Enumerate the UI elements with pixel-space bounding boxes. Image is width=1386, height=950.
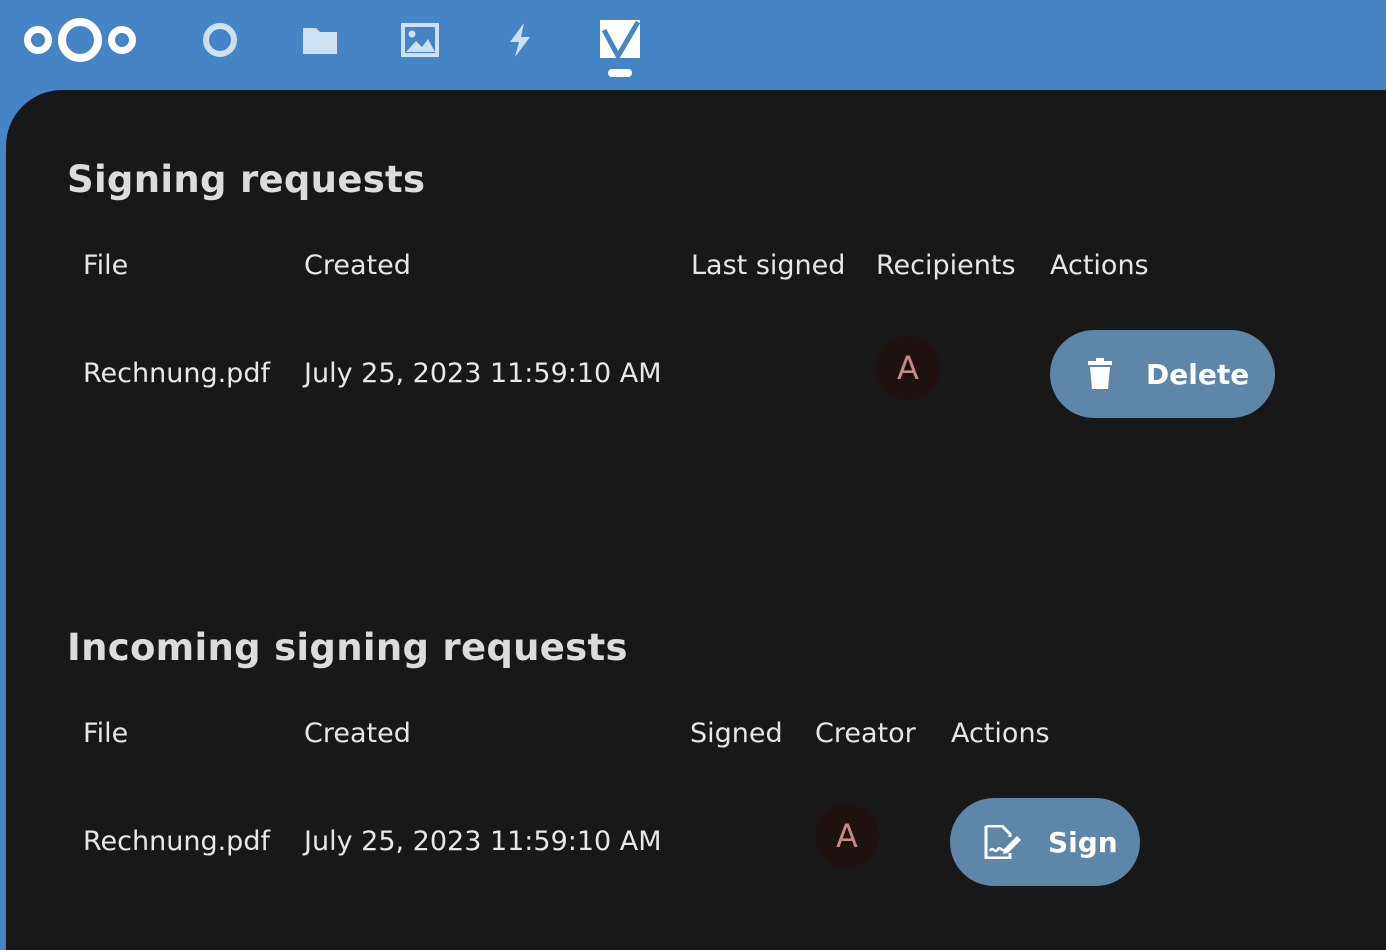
sign-button-label: Sign [1048,825,1118,859]
recipient-avatar[interactable]: A [876,336,940,400]
top-bar [0,0,1386,90]
dashboard-circle-icon[interactable] [200,20,240,60]
delete-button[interactable]: Delete [1050,330,1275,418]
section-title-incoming-signing-requests: Incoming signing requests [67,626,628,669]
active-app-indicator [608,69,632,77]
column-header-created: Created [304,718,411,749]
sign-button[interactable]: Sign [950,798,1140,886]
folder-icon[interactable] [300,20,340,60]
nextcloud-logo-icon[interactable] [18,13,142,67]
creator-avatar[interactable]: A [815,804,879,868]
column-header-recipients: Recipients [876,250,1016,281]
main-content: Signing requests File Created Last signe… [6,90,1386,950]
lightning-icon[interactable] [500,20,540,60]
avatar-initial: A [836,817,858,855]
image-icon[interactable] [400,20,440,60]
created-date: July 25, 2023 11:59:10 AM [304,826,662,857]
column-header-creator: Creator [815,718,916,749]
avatar-initial: A [897,349,919,387]
file-name[interactable]: Rechnung.pdf [83,358,270,389]
section-title-signing-requests: Signing requests [67,158,426,201]
column-header-actions: Actions [1050,250,1149,281]
column-header-actions: Actions [951,718,1050,749]
column-header-created: Created [304,250,411,281]
column-header-last-signed: Last signed [691,250,846,281]
column-header-file: File [83,718,129,749]
column-header-file: File [83,250,129,281]
file-name[interactable]: Rechnung.pdf [83,826,270,857]
created-date: July 25, 2023 11:59:10 AM [304,358,662,389]
delete-button-label: Delete [1146,357,1250,391]
trash-icon [1086,358,1114,390]
sign-document-icon [984,825,1022,859]
column-header-signed: Signed [690,718,783,749]
signing-app-icon[interactable] [598,18,642,64]
